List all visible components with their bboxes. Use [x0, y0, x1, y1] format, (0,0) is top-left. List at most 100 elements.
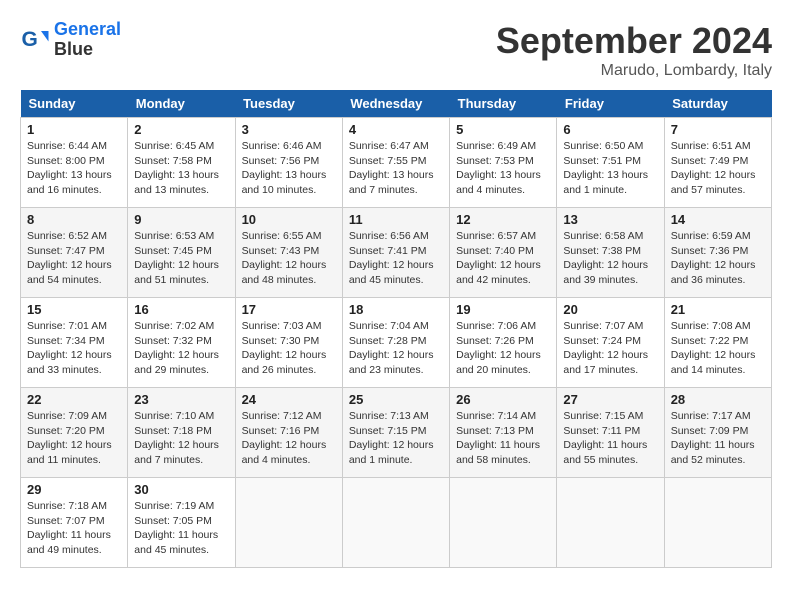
day-info: Sunrise: 6:51 AMSunset: 7:49 PMDaylight:… [671, 139, 765, 198]
day-cell [557, 478, 664, 568]
day-info: Sunrise: 6:55 AMSunset: 7:43 PMDaylight:… [242, 229, 336, 288]
day-cell: 7 Sunrise: 6:51 AMSunset: 7:49 PMDaylight… [664, 118, 771, 208]
weekday-header-sunday: Sunday [21, 90, 128, 118]
day-cell: 8Sunrise: 6:52 AMSunset: 7:47 PMDaylight… [21, 208, 128, 298]
day-cell: 6 Sunrise: 6:50 AMSunset: 7:51 PMDaylight… [557, 118, 664, 208]
day-cell: 10 Sunrise: 6:55 AMSunset: 7:43 PMDayligh… [235, 208, 342, 298]
day-number: 4 [349, 122, 443, 137]
day-number: 8 [27, 212, 121, 227]
day-number: 24 [242, 392, 336, 407]
logo-text: General Blue [54, 20, 121, 60]
day-info: Sunrise: 6:50 AMSunset: 7:51 PMDaylight:… [563, 139, 657, 198]
weekday-header-tuesday: Tuesday [235, 90, 342, 118]
day-info: Sunrise: 6:59 AMSunset: 7:36 PMDaylight:… [671, 229, 765, 288]
day-cell: 22Sunrise: 7:09 AMSunset: 7:20 PMDayligh… [21, 388, 128, 478]
logo-icon: G [20, 25, 50, 55]
day-info: Sunrise: 7:03 AMSunset: 7:30 PMDaylight:… [242, 319, 336, 378]
day-number: 13 [563, 212, 657, 227]
day-number: 25 [349, 392, 443, 407]
day-number: 21 [671, 302, 765, 317]
day-cell: 24 Sunrise: 7:12 AMSunset: 7:16 PMDayligh… [235, 388, 342, 478]
weekday-header-monday: Monday [128, 90, 235, 118]
day-cell: 30 Sunrise: 7:19 AMSunset: 7:05 PMDayligh… [128, 478, 235, 568]
day-info: Sunrise: 6:56 AMSunset: 7:41 PMDaylight:… [349, 229, 443, 288]
day-info: Sunrise: 6:53 AMSunset: 7:45 PMDaylight:… [134, 229, 228, 288]
day-cell [235, 478, 342, 568]
day-cell: 27 Sunrise: 7:15 AMSunset: 7:11 PMDayligh… [557, 388, 664, 478]
day-number: 30 [134, 482, 228, 497]
day-cell: 19 Sunrise: 7:06 AMSunset: 7:26 PMDayligh… [450, 298, 557, 388]
day-number: 17 [242, 302, 336, 317]
day-info: Sunrise: 6:44 AMSunset: 8:00 PMDaylight:… [27, 139, 121, 198]
day-info: Sunrise: 7:17 AMSunset: 7:09 PMDaylight:… [671, 409, 765, 468]
weekday-header-wednesday: Wednesday [342, 90, 449, 118]
day-cell: 26 Sunrise: 7:14 AMSunset: 7:13 PMDayligh… [450, 388, 557, 478]
day-number: 27 [563, 392, 657, 407]
week-row-2: 8Sunrise: 6:52 AMSunset: 7:47 PMDaylight… [21, 208, 772, 298]
day-cell: 2Sunrise: 6:45 AMSunset: 7:58 PMDaylight… [128, 118, 235, 208]
day-number: 12 [456, 212, 550, 227]
day-number: 1 [27, 122, 121, 137]
week-row-5: 29Sunrise: 7:18 AMSunset: 7:07 PMDayligh… [21, 478, 772, 568]
week-row-4: 22Sunrise: 7:09 AMSunset: 7:20 PMDayligh… [21, 388, 772, 478]
day-cell: 15Sunrise: 7:01 AMSunset: 7:34 PMDayligh… [21, 298, 128, 388]
day-info: Sunrise: 6:57 AMSunset: 7:40 PMDaylight:… [456, 229, 550, 288]
day-number: 11 [349, 212, 443, 227]
day-cell: 13 Sunrise: 6:58 AMSunset: 7:38 PMDayligh… [557, 208, 664, 298]
day-info: Sunrise: 7:06 AMSunset: 7:26 PMDaylight:… [456, 319, 550, 378]
day-number: 15 [27, 302, 121, 317]
day-cell: 29Sunrise: 7:18 AMSunset: 7:07 PMDayligh… [21, 478, 128, 568]
day-cell: 17 Sunrise: 7:03 AMSunset: 7:30 PMDayligh… [235, 298, 342, 388]
day-info: Sunrise: 7:04 AMSunset: 7:28 PMDaylight:… [349, 319, 443, 378]
day-number: 5 [456, 122, 550, 137]
day-cell: 12 Sunrise: 6:57 AMSunset: 7:40 PMDayligh… [450, 208, 557, 298]
day-cell: 5 Sunrise: 6:49 AMSunset: 7:53 PMDaylight… [450, 118, 557, 208]
day-cell [450, 478, 557, 568]
day-cell: 14 Sunrise: 6:59 AMSunset: 7:36 PMDayligh… [664, 208, 771, 298]
day-number: 29 [27, 482, 121, 497]
day-cell: 25 Sunrise: 7:13 AMSunset: 7:15 PMDayligh… [342, 388, 449, 478]
day-info: Sunrise: 7:09 AMSunset: 7:20 PMDaylight:… [27, 409, 121, 468]
day-cell: 18 Sunrise: 7:04 AMSunset: 7:28 PMDayligh… [342, 298, 449, 388]
location: Marudo, Lombardy, Italy [496, 62, 772, 80]
day-number: 14 [671, 212, 765, 227]
day-cell: 23 Sunrise: 7:10 AMSunset: 7:18 PMDayligh… [128, 388, 235, 478]
day-number: 23 [134, 392, 228, 407]
day-number: 9 [134, 212, 228, 227]
day-number: 10 [242, 212, 336, 227]
day-info: Sunrise: 6:45 AMSunset: 7:58 PMDaylight:… [134, 139, 228, 198]
day-number: 7 [671, 122, 765, 137]
day-number: 6 [563, 122, 657, 137]
day-number: 19 [456, 302, 550, 317]
day-info: Sunrise: 7:02 AMSunset: 7:32 PMDaylight:… [134, 319, 228, 378]
day-cell [664, 478, 771, 568]
day-info: Sunrise: 6:46 AMSunset: 7:56 PMDaylight:… [242, 139, 336, 198]
day-number: 3 [242, 122, 336, 137]
logo: G General Blue [20, 20, 121, 60]
day-info: Sunrise: 6:58 AMSunset: 7:38 PMDaylight:… [563, 229, 657, 288]
page-header: G General Blue September 2024 Marudo, Lo… [20, 20, 772, 80]
day-info: Sunrise: 7:10 AMSunset: 7:18 PMDaylight:… [134, 409, 228, 468]
day-info: Sunrise: 6:47 AMSunset: 7:55 PMDaylight:… [349, 139, 443, 198]
day-info: Sunrise: 7:14 AMSunset: 7:13 PMDaylight:… [456, 409, 550, 468]
day-info: Sunrise: 7:13 AMSunset: 7:15 PMDaylight:… [349, 409, 443, 468]
weekday-header-row: SundayMondayTuesdayWednesdayThursdayFrid… [21, 90, 772, 118]
day-info: Sunrise: 7:08 AMSunset: 7:22 PMDaylight:… [671, 319, 765, 378]
calendar-table: SundayMondayTuesdayWednesdayThursdayFrid… [20, 90, 772, 568]
day-info: Sunrise: 7:19 AMSunset: 7:05 PMDaylight:… [134, 499, 228, 558]
day-cell: 20Sunrise: 7:07 AMSunset: 7:24 PMDayligh… [557, 298, 664, 388]
day-cell: 3 Sunrise: 6:46 AMSunset: 7:56 PMDaylight… [235, 118, 342, 208]
day-number: 20 [563, 302, 657, 317]
day-number: 26 [456, 392, 550, 407]
day-info: Sunrise: 6:49 AMSunset: 7:53 PMDaylight:… [456, 139, 550, 198]
day-cell: 11 Sunrise: 6:56 AMSunset: 7:41 PMDayligh… [342, 208, 449, 298]
day-number: 18 [349, 302, 443, 317]
day-info: Sunrise: 7:15 AMSunset: 7:11 PMDaylight:… [563, 409, 657, 468]
day-cell: 4 Sunrise: 6:47 AMSunset: 7:55 PMDaylight… [342, 118, 449, 208]
day-info: Sunrise: 7:12 AMSunset: 7:16 PMDaylight:… [242, 409, 336, 468]
day-cell: 28Sunrise: 7:17 AMSunset: 7:09 PMDayligh… [664, 388, 771, 478]
svg-text:G: G [22, 28, 38, 51]
day-cell: 16Sunrise: 7:02 AMSunset: 7:32 PMDayligh… [128, 298, 235, 388]
day-cell [342, 478, 449, 568]
title-block: September 2024 Marudo, Lombardy, Italy [496, 20, 772, 80]
